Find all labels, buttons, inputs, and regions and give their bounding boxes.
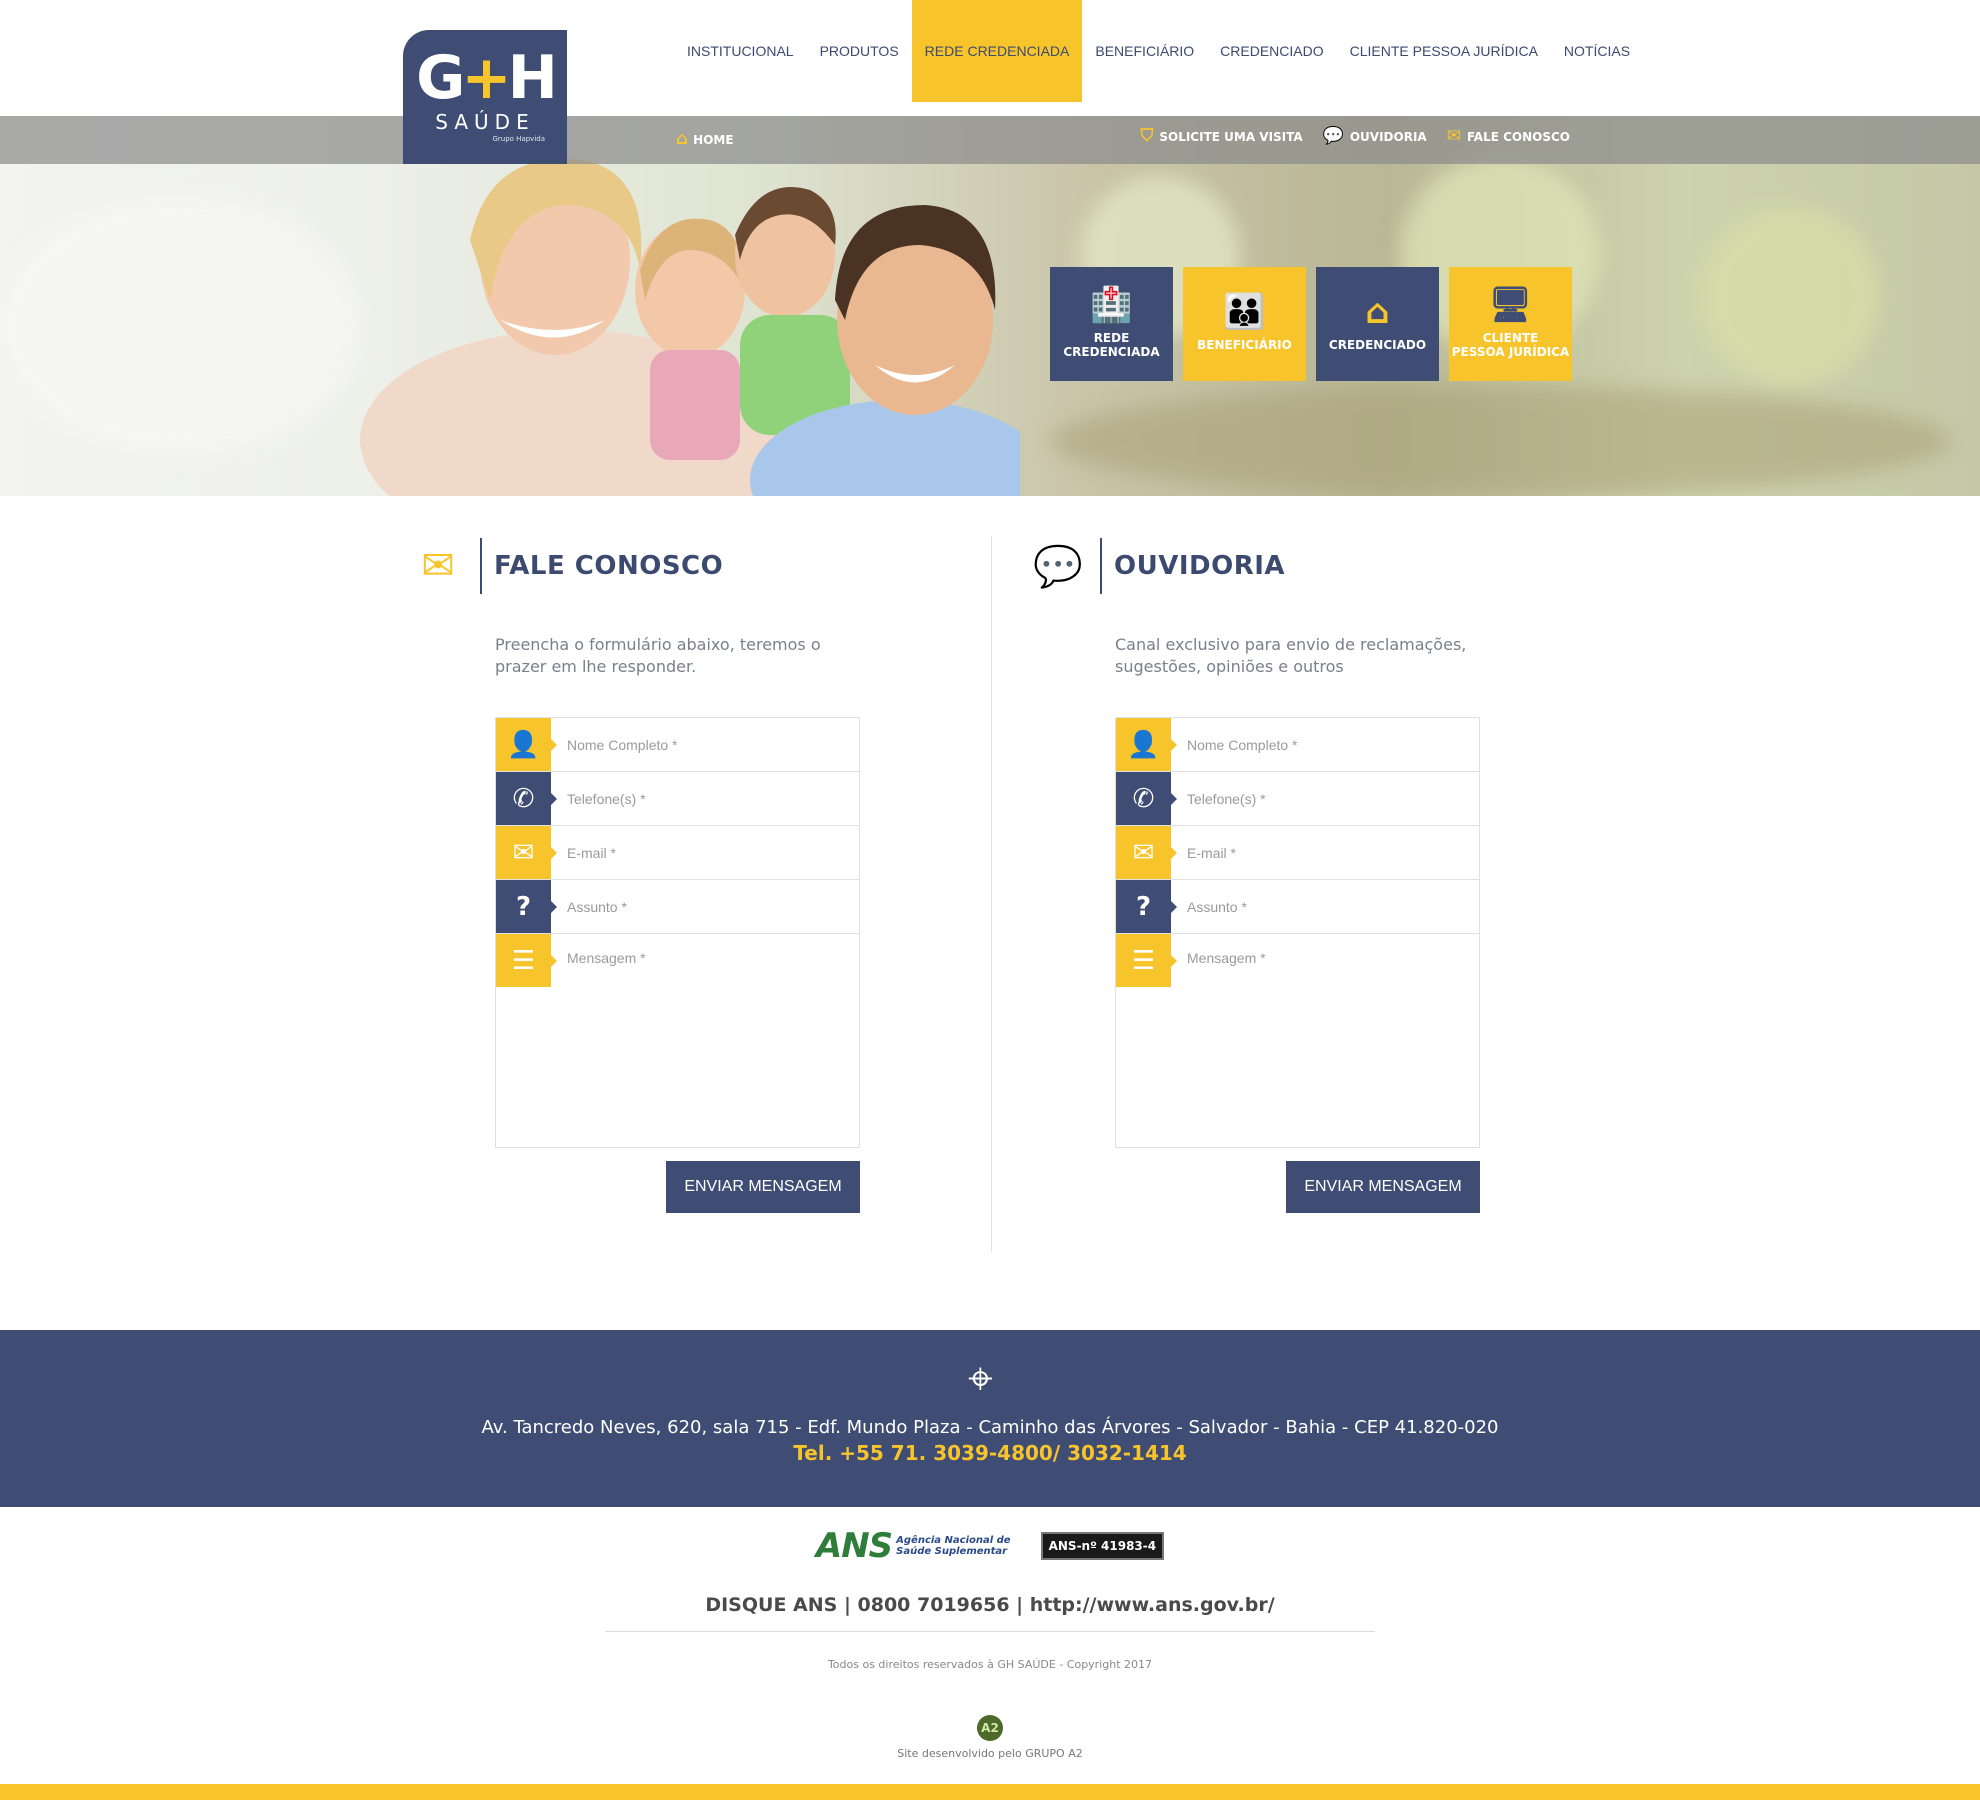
nav-noticias[interactable]: NOTÍCIAS xyxy=(1551,0,1643,102)
footer-divider xyxy=(605,1631,1375,1632)
ans-logo-line: Saúde Suplementar xyxy=(896,1546,1008,1557)
visit-icon: ⛉ xyxy=(1140,126,1154,146)
home-link-label: HOME xyxy=(693,132,734,147)
send-message-button[interactable]: ENVIAR MENSAGEM xyxy=(1286,1161,1480,1214)
bottom-strip xyxy=(0,1784,1980,1800)
user-icon: 👤 xyxy=(496,718,557,772)
quick-tiles: 🏥 REDE CREDENCIADA 👪 BENEFICIÁRIO ⌂ CRED… xyxy=(1050,267,1572,381)
quick-links: ⛉ SOLICITE UMA VISITA 💬 OUVIDORIA ✉ FALE… xyxy=(1141,128,1570,145)
envelope-icon: ✉ xyxy=(421,543,455,589)
link-fale-conosco[interactable]: ✉ FALE CONOSCO xyxy=(1447,128,1570,145)
subject-field[interactable] xyxy=(1171,880,1479,934)
email-field[interactable] xyxy=(1171,826,1479,880)
question-icon: ? xyxy=(496,880,557,934)
ans-section: ANS Agência Nacional de Saúde Suplementa… xyxy=(0,1520,1980,1760)
tile-rede-credenciada[interactable]: 🏥 REDE CREDENCIADA xyxy=(1050,267,1173,381)
phone-field[interactable] xyxy=(551,772,859,826)
message-field[interactable] xyxy=(1171,934,1479,1148)
tile-label: BENEFICIÁRIO xyxy=(1197,338,1292,353)
email-field[interactable] xyxy=(551,826,859,880)
logo-group: Grupo Hapvida xyxy=(492,135,545,143)
site-header: INSTITUCIONAL PRODUTOS REDE CREDENCIADA … xyxy=(0,0,1980,116)
link-ouvidoria[interactable]: 💬 OUVIDORIA xyxy=(1323,128,1427,145)
name-field[interactable] xyxy=(551,718,859,772)
people-icon: 👪 xyxy=(1223,292,1266,333)
section-description: Preencha o formulário abaixo, teremos o … xyxy=(495,635,821,676)
sub-bar: ⌂ HOME ⛉ SOLICITE UMA VISITA 💬 OUVIDORIA… xyxy=(0,116,1980,164)
nav-beneficiario[interactable]: BENEFICIÁRIO xyxy=(1082,0,1207,102)
envelope-icon: ✉ xyxy=(496,826,557,880)
ans-logo-text: ANS xyxy=(815,1526,893,1566)
question-icon: ? xyxy=(1116,880,1177,934)
tile-cliente-pessoa-juridica[interactable]: 🖥 CLIENTE PESSOA JURÍDICA xyxy=(1449,267,1572,381)
link-solicite-uma-visita[interactable]: ⛉ SOLICITE UMA VISITA xyxy=(1141,128,1303,145)
send-message-button[interactable]: ENVIAR MENSAGEM xyxy=(666,1161,860,1214)
monitor-icon: 🖥 xyxy=(1488,285,1533,326)
address: Av. Tancredo Neves, 620, sala 715 - Edf.… xyxy=(481,1417,1499,1438)
message-field[interactable] xyxy=(551,934,859,1148)
tile-label: PESSOA JURÍDICA xyxy=(1451,345,1570,359)
user-icon: 👤 xyxy=(1116,718,1177,772)
developer-credit: Site desenvolvido pelo GRUPO A2 xyxy=(897,1747,1083,1760)
tile-beneficiario[interactable]: 👪 BENEFICIÁRIO xyxy=(1183,267,1306,381)
lines-icon: ☰ xyxy=(496,934,557,988)
phone-icon: ✆ xyxy=(496,772,557,826)
section-title: OUVIDORIA xyxy=(1114,551,1286,581)
link-label: SOLICITE UMA VISITA xyxy=(1159,129,1303,144)
contact-form: 👤 ✆ ✉ ? ☰ ENVIAR MENSAGEM xyxy=(495,717,860,1214)
nav-rede-credenciada[interactable]: REDE CREDENCIADA xyxy=(911,0,1083,102)
home-icon: ⌂ xyxy=(676,129,689,149)
gh-saude-logo[interactable]: GHG+H SAÚDE Grupo Hapvida xyxy=(403,30,567,164)
ouvidoria-section: 💬 OUVIDORIA Canal exclusivo para envio d… xyxy=(1028,538,1628,1214)
chat-bubbles-icon: 💬 xyxy=(1322,126,1344,146)
tile-credenciado[interactable]: ⌂ CREDENCIADO xyxy=(1316,267,1439,381)
subject-field[interactable] xyxy=(551,880,859,934)
hospital-icon: 🏥 xyxy=(1090,285,1133,326)
location-pin-icon: ⌖ xyxy=(968,1353,993,1404)
disque-ans[interactable]: DISQUE ANS | 0800 7019656 | http://www.a… xyxy=(0,1594,1980,1616)
link-label: FALE CONOSCO xyxy=(1466,129,1570,144)
house-cross-icon: ⌂ xyxy=(1365,292,1390,333)
logo-word: SAÚDE xyxy=(435,110,535,134)
section-description: Canal exclusivo para envio de reclamaçõe… xyxy=(1115,635,1467,676)
ouvidoria-form: 👤 ✆ ✉ ? ☰ ENVIAR MENSAGEM xyxy=(1115,717,1480,1214)
link-label: OUVIDORIA xyxy=(1349,129,1427,144)
family-photo xyxy=(360,159,1020,496)
ans-registration-badge: ANS-nº 41983-4 xyxy=(1040,1532,1165,1560)
section-title: FALE CONOSCO xyxy=(494,551,724,581)
tile-label: REDE xyxy=(1093,331,1130,346)
name-field[interactable] xyxy=(1171,718,1479,772)
envelope-icon: ✉ xyxy=(1446,126,1461,146)
nav-produtos[interactable]: PRODUTOS xyxy=(807,0,912,102)
tile-label: CREDENCIADA xyxy=(1063,345,1160,359)
fale-conosco-section: ✉ FALE CONOSCO Preencha o formulário aba… xyxy=(408,538,1008,1214)
envelope-icon: ✉ xyxy=(1116,826,1177,880)
ans-logo-line: Agência Nacional de xyxy=(896,1535,1011,1546)
phone-icon: ✆ xyxy=(1116,772,1177,826)
lines-icon: ☰ xyxy=(1116,934,1177,988)
footer: ⌖ Av. Tancredo Neves, 620, sala 715 - Ed… xyxy=(0,1330,1980,1507)
nav-cliente-pessoa-juridica[interactable]: CLIENTE PESSOA JURÍDICA xyxy=(1337,0,1551,102)
main-nav: INSTITUCIONAL PRODUTOS REDE CREDENCIADA … xyxy=(674,0,1643,102)
nav-institucional[interactable]: INSTITUCIONAL xyxy=(674,0,807,102)
phone-field[interactable] xyxy=(1171,772,1479,826)
copyright: Todos os direitos reservados à GH SAÚDE … xyxy=(827,1658,1153,1671)
phone-number: Tel. +55 71. 3039-4800/ 3032-1414 xyxy=(793,1441,1187,1465)
chat-bubbles-icon: 💬 xyxy=(1033,543,1083,590)
tile-label: CLIENTE xyxy=(1482,331,1539,346)
breadcrumb-home[interactable]: ⌂ HOME xyxy=(676,131,734,148)
nav-credenciado[interactable]: CREDENCIADO xyxy=(1207,0,1336,102)
tile-label: CREDENCIADO xyxy=(1328,338,1427,353)
grupo-a2-logo[interactable]: A2 xyxy=(977,1715,1003,1741)
ans-logo[interactable]: ANS Agência Nacional de Saúde Suplementa… xyxy=(816,1526,1011,1566)
